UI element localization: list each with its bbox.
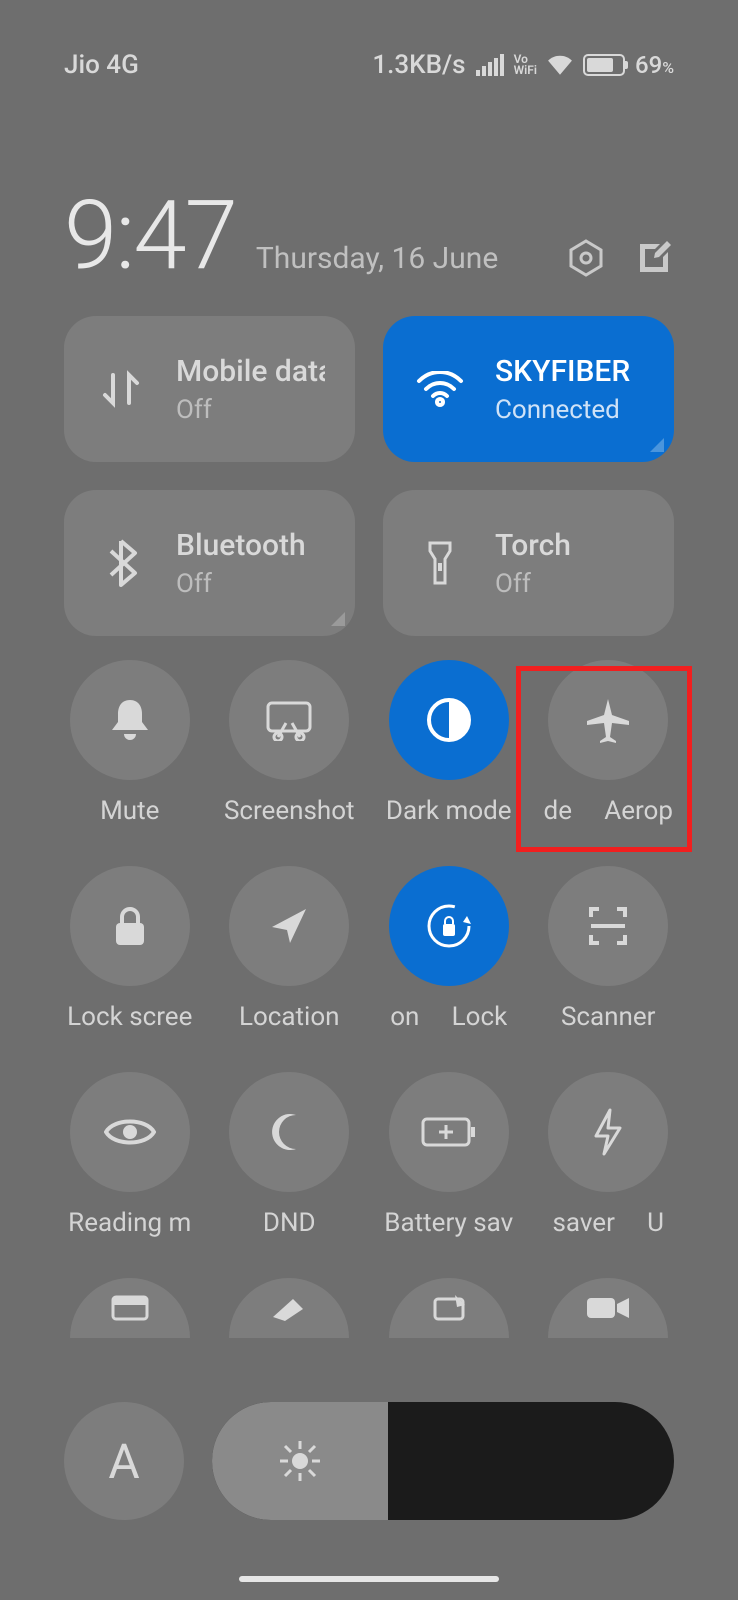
torch-sub: Off — [495, 569, 571, 599]
hotspot-toggle[interactable] — [369, 1278, 529, 1338]
torch-tile[interactable]: Torch Off — [383, 490, 674, 636]
toggle-grid: Mute Screenshot Dark mode de Aerop Lock … — [50, 660, 688, 1338]
bluetooth-title: Bluetooth — [176, 528, 306, 563]
lock-screen-label: Lock scree — [67, 1002, 192, 1032]
ultra-saver-toggle[interactable]: saver U — [529, 1072, 689, 1238]
location-icon — [268, 905, 310, 947]
floating-window-toggle[interactable] — [50, 1278, 210, 1338]
scissors-icon — [264, 699, 314, 741]
time-row: 9:47 Thursday, 16 June — [64, 180, 674, 292]
ultra-saver-label: saver U — [552, 1208, 664, 1238]
airplane-toggle[interactable]: de Aerop — [529, 660, 689, 826]
record-toggle[interactable] — [529, 1278, 689, 1338]
scanner-label: Scanner — [561, 1002, 656, 1032]
dark-mode-toggle[interactable]: Dark mode — [369, 660, 529, 826]
auto-brightness-button[interactable]: A — [64, 1402, 184, 1520]
mobile-data-title: Mobile data — [176, 354, 325, 389]
reading-mode-label: Reading m — [68, 1208, 191, 1238]
settings-icon[interactable] — [566, 238, 606, 278]
theme-toggle[interactable] — [210, 1278, 370, 1338]
battery-icon — [583, 54, 625, 76]
rotation-lock-toggle[interactable]: on Lock — [369, 866, 529, 1032]
location-label: Location — [239, 1002, 340, 1032]
bluetooth-tile[interactable]: Bluetooth Off — [64, 490, 355, 636]
bluetooth-sub: Off — [176, 569, 306, 599]
expand-corner-icon — [650, 438, 664, 452]
battery-plus-icon — [421, 1115, 477, 1149]
rotation-lock-label: on Lock — [390, 1002, 507, 1032]
moon-icon — [268, 1111, 310, 1153]
battery-fill — [587, 58, 613, 72]
brightness-slider[interactable] — [212, 1402, 674, 1520]
wifi-sub: Connected — [495, 395, 630, 425]
brightness-fill — [212, 1402, 388, 1520]
screenshot-label: Screenshot — [224, 796, 355, 826]
mobile-data-sub: Off — [176, 395, 325, 425]
airplane-label: de Aerop — [544, 796, 673, 826]
signal-icon — [476, 54, 504, 76]
location-toggle[interactable]: Location — [210, 866, 370, 1032]
dark-mode-icon — [424, 695, 474, 745]
mobile-data-icon — [94, 362, 148, 416]
scanner-toggle[interactable]: Scanner — [529, 866, 689, 1032]
bluetooth-icon — [94, 536, 148, 590]
lock-icon — [110, 903, 150, 949]
battery-saver-toggle[interactable]: Battery sav — [369, 1072, 529, 1238]
dark-mode-label: Dark mode — [386, 796, 512, 826]
clock: 9:47 — [64, 180, 236, 292]
mute-toggle[interactable]: Mute — [50, 660, 210, 826]
torch-icon — [413, 536, 467, 590]
scanner-icon — [585, 903, 631, 949]
tile-grid: Mobile data Off SKYFIBER Connected Bluet… — [64, 316, 674, 636]
net-speed: 1.3KB/s — [372, 50, 465, 80]
auto-brightness-label: A — [108, 1433, 139, 1490]
share-icon — [429, 1293, 469, 1323]
brightness-row: A — [64, 1402, 674, 1520]
eye-icon — [104, 1115, 156, 1149]
dnd-toggle[interactable]: DND — [210, 1072, 370, 1238]
wifi-tile[interactable]: SKYFIBER Connected — [383, 316, 674, 462]
wifi-title: SKYFIBER — [495, 354, 630, 389]
rotation-lock-icon — [423, 900, 475, 952]
battery-percent: 69% — [635, 51, 674, 79]
status-bar: Jio 4G 1.3KB/s VoWiFi 69% — [0, 0, 738, 80]
mute-label: Mute — [100, 796, 159, 826]
wifi-icon — [413, 362, 467, 416]
dnd-label: DND — [263, 1208, 316, 1238]
lock-screen-toggle[interactable]: Lock scree — [50, 866, 210, 1032]
carrier-label: Jio 4G — [64, 50, 139, 80]
status-right: 1.3KB/s VoWiFi 69% — [372, 50, 674, 80]
bell-icon — [107, 696, 153, 744]
brush-icon — [267, 1293, 311, 1323]
expand-corner-icon — [331, 612, 345, 626]
home-indicator[interactable] — [239, 1576, 499, 1582]
bolt-icon — [592, 1108, 624, 1156]
wifi-status-icon — [547, 55, 573, 75]
reading-mode-toggle[interactable]: Reading m — [50, 1072, 210, 1238]
mobile-data-tile[interactable]: Mobile data Off — [64, 316, 355, 462]
sun-icon — [278, 1439, 322, 1483]
torch-title: Torch — [495, 528, 571, 563]
edit-icon[interactable] — [634, 238, 674, 278]
airplane-icon — [583, 695, 633, 745]
screenshot-toggle[interactable]: Screenshot — [210, 660, 370, 826]
camera-icon — [585, 1294, 631, 1322]
window-icon — [109, 1293, 151, 1323]
vowifi-icon: VoWiFi — [514, 54, 537, 76]
battery-saver-label: Battery sav — [384, 1208, 513, 1238]
